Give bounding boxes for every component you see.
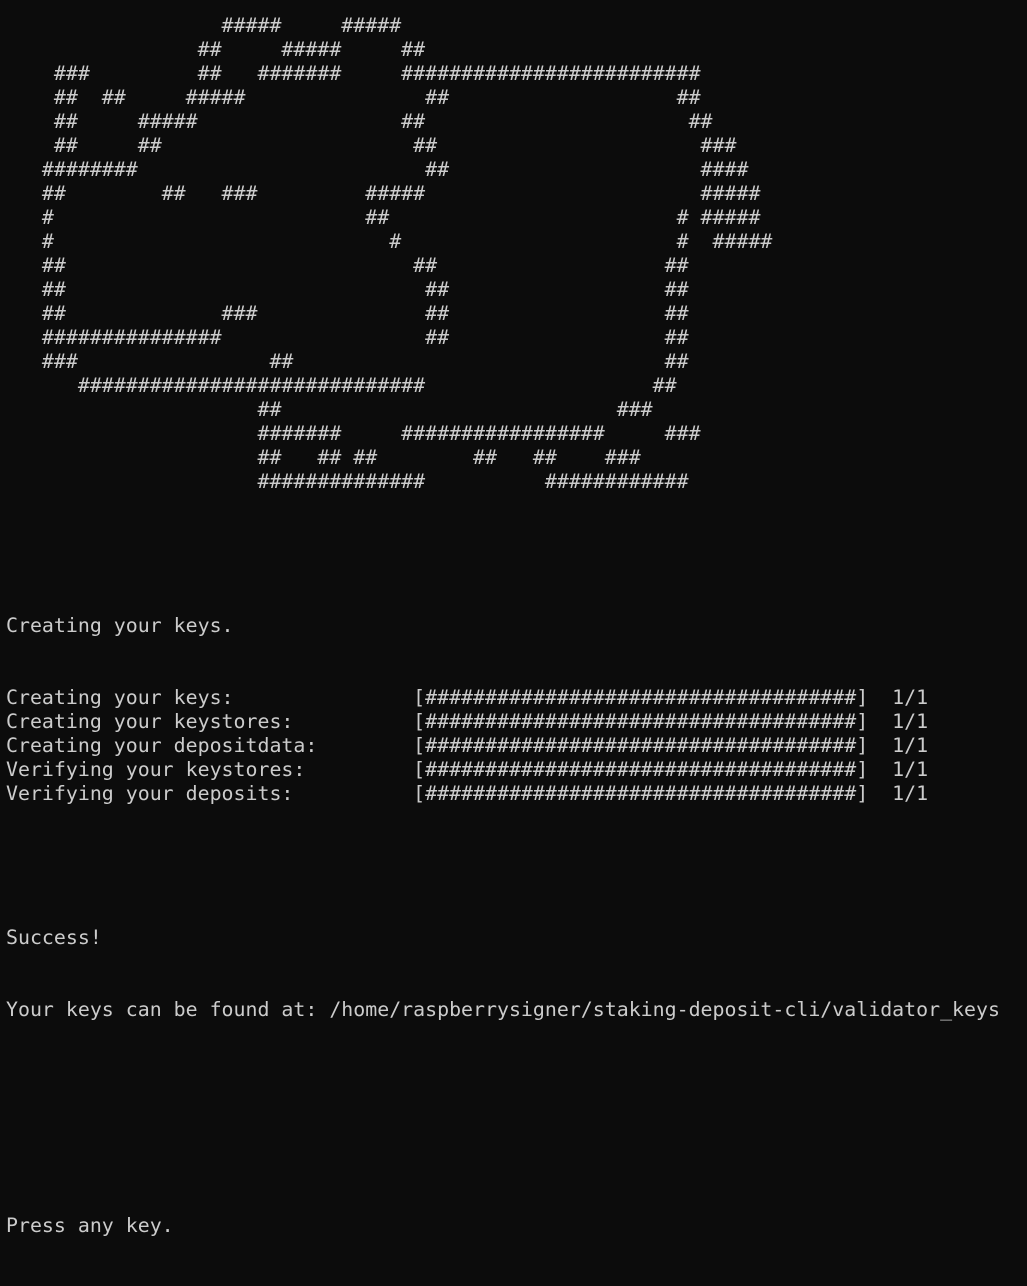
progress-count: 1/1 <box>892 758 929 781</box>
ascii-art-line: ####### ################# ### <box>6 422 701 445</box>
ascii-art-line: ## ## ### ##### ##### <box>6 182 761 205</box>
cli-output: Creating your keys. Creating your keys: [… <box>6 494 1027 1286</box>
progress-row: Verifying your keystores: [##############… <box>6 758 1027 782</box>
success-message: Success! <box>6 926 102 949</box>
ascii-art-line: ### ## ## <box>6 350 689 373</box>
ascii-art-line: ## ## ## ### <box>6 134 737 157</box>
press-any-key-prompt: Press any key. <box>6 1214 174 1237</box>
creating-header: Creating your keys. <box>6 614 234 637</box>
ascii-art-line: ## ### ## ## <box>6 302 689 325</box>
ascii-art-line: # # # ##### <box>6 230 773 253</box>
ascii-art-line: ############## ############ <box>6 470 689 493</box>
ascii-art-line: # ## # ##### <box>6 206 761 229</box>
ascii-art-line: ############################# ## <box>6 374 677 397</box>
progress-label: Creating your keystores: <box>6 710 294 733</box>
terminal-window[interactable]: ##### ##### ## ##### ## ### ## ####### #… <box>0 0 1027 1237</box>
progress-label: Verifying your keystores: <box>6 758 306 781</box>
progress-label: Creating your keys: <box>6 686 234 709</box>
keys-location: Your keys can be found at: /home/raspber… <box>6 998 1000 1021</box>
ascii-art-line: ## ## ## <box>6 278 689 301</box>
progress-label: Creating your depositdata: <box>6 734 318 757</box>
progress-list: Creating your keys: [####################… <box>6 686 1027 806</box>
progress-bar: [####################################] <box>413 686 869 709</box>
progress-row: Creating your keys: [####################… <box>6 686 1027 710</box>
ascii-art-line: ## ## ##### ## ## <box>6 86 701 109</box>
progress-bar: [####################################] <box>413 782 869 805</box>
ascii-art-line: ## ## ## ## ## ### <box>6 446 641 469</box>
ascii-art-line: ## ##### ## ## <box>6 110 713 133</box>
ascii-art-line: ############### ## ## <box>6 326 689 349</box>
ascii-art-line: ### ## ####### ######################### <box>6 62 701 85</box>
progress-bar: [####################################] <box>413 734 869 757</box>
ascii-art-line: ######## ## #### <box>6 158 749 181</box>
progress-row: Creating your keystores: [###############… <box>6 710 1027 734</box>
progress-row: Creating your depositdata: [#############… <box>6 734 1027 758</box>
progress-bar: [####################################] <box>413 710 869 733</box>
progress-bar: [####################################] <box>413 758 869 781</box>
progress-count: 1/1 <box>892 782 929 805</box>
progress-row: Verifying your deposits: [###############… <box>6 782 1027 806</box>
progress-count: 1/1 <box>892 710 929 733</box>
progress-label: Verifying your deposits: <box>6 782 294 805</box>
ascii-art-line: ## ### <box>6 398 653 421</box>
progress-count: 1/1 <box>892 734 929 757</box>
progress-count: 1/1 <box>892 686 929 709</box>
ascii-art-line: ##### ##### <box>6 14 402 37</box>
ascii-art-line: ## ## ## <box>6 254 689 277</box>
ascii-art-line: ## ##### ## <box>6 38 426 61</box>
ascii-art-logo: ##### ##### ## ##### ## ### ## ####### #… <box>6 14 1027 494</box>
